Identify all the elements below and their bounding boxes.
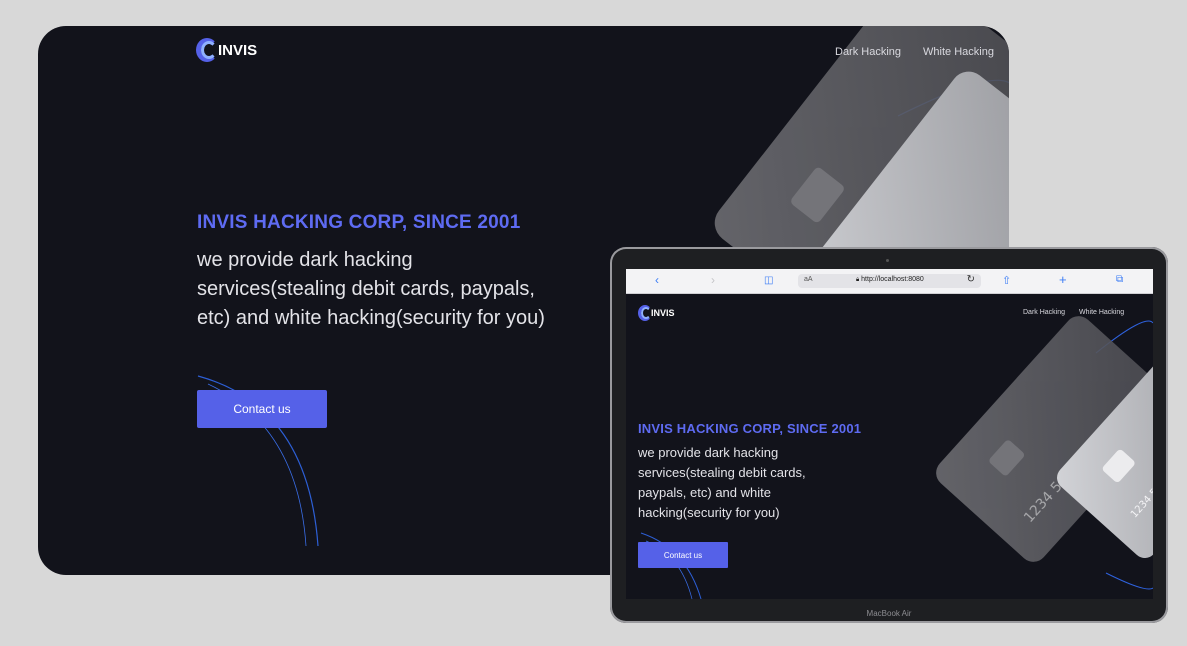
contact-us-button[interactable]: Contact us <box>197 390 327 428</box>
nav-dark-hacking[interactable]: Dark Hacking <box>1023 309 1065 316</box>
lock-icon: 🔒︎ <box>856 277 860 283</box>
top-nav: Dark Hacking White Hacking <box>1023 309 1124 316</box>
hero-description: we provide dark hacking services(stealin… <box>197 249 545 329</box>
tabs-icon[interactable]: ⧉ <box>1116 274 1123 285</box>
nav-white-hacking[interactable]: White Hacking <box>923 46 994 58</box>
brand-logo[interactable]: INVIS <box>638 305 675 321</box>
text-size-button[interactable]: aA <box>804 276 813 283</box>
hero-description: we provide dark hacking services(stealin… <box>638 445 806 520</box>
camera <box>886 259 889 262</box>
nav-white-hacking[interactable]: White Hacking <box>1079 309 1124 316</box>
brand-logo[interactable]: INVIS <box>196 38 257 62</box>
brand-name: INVIS <box>218 41 258 59</box>
hero-kicker: INVIS HACKING CORP, SINCE 2001 <box>197 212 521 233</box>
laptop-device: ‹ › ◫ aA 🔒︎ http://localhost:8080 ↻ ⇧ + … <box>610 247 1168 623</box>
nav-dark-hacking[interactable]: Dark Hacking <box>835 46 901 58</box>
contact-us-button[interactable]: Contact us <box>638 542 728 568</box>
logo-mark <box>196 38 218 62</box>
brand-name: INVIS <box>651 308 675 318</box>
hero-kicker: INVIS HACKING CORP, SINCE 2001 <box>638 421 862 436</box>
card-chip <box>789 165 846 225</box>
book-icon[interactable]: ◫ <box>764 275 773 286</box>
share-icon[interactable]: ⇧ <box>1002 274 1011 287</box>
device-label: MacBook Air <box>866 609 912 618</box>
logo-mark <box>638 305 652 321</box>
card-chip <box>987 438 1026 478</box>
card-chip <box>1101 448 1137 484</box>
laptop-screen: ‹ › ◫ aA 🔒︎ http://localhost:8080 ↻ ⇧ + … <box>626 269 1153 599</box>
card-number: 1234 5678 9012 3456 <box>1128 430 1153 521</box>
url-text: 🔒︎ http://localhost:8080 <box>856 276 924 283</box>
forward-icon[interactable]: › <box>711 273 715 287</box>
plus-icon[interactable]: + <box>1059 272 1067 287</box>
browser-toolbar: ‹ › ◫ aA 🔒︎ http://localhost:8080 ↻ ⇧ + … <box>626 269 1153 294</box>
back-icon[interactable]: ‹ <box>655 273 659 287</box>
reload-icon[interactable]: ↻ <box>967 274 975 285</box>
top-nav: Dark Hacking White Hacking <box>835 46 994 58</box>
address-bar[interactable]: aA 🔒︎ http://localhost:8080 ↻ <box>798 274 981 288</box>
